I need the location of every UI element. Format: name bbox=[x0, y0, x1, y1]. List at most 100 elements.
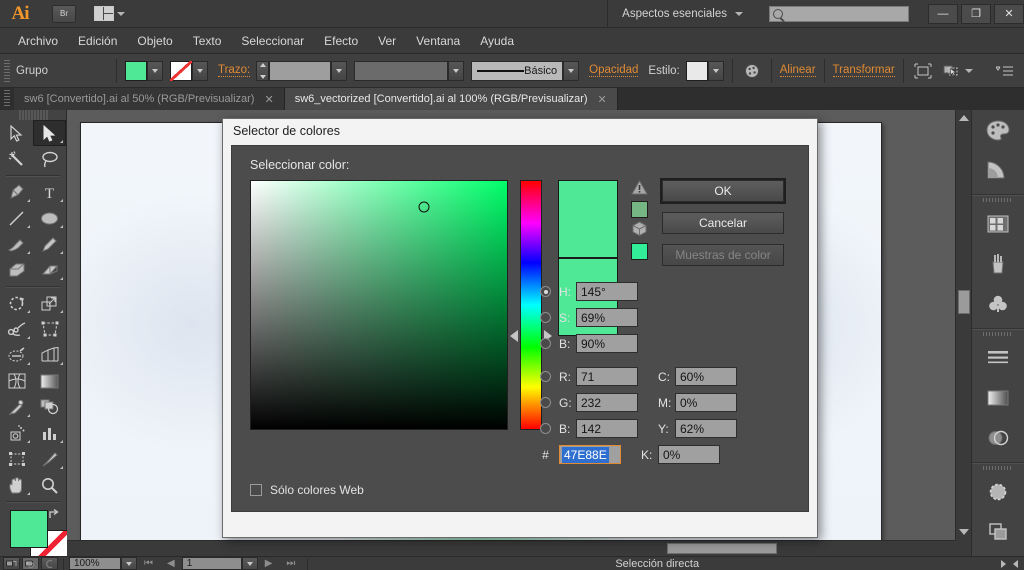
artboard-dropdown-button[interactable] bbox=[241, 557, 258, 570]
ok-button[interactable]: OK bbox=[662, 180, 784, 202]
input-brightness[interactable]: 90% bbox=[576, 334, 638, 353]
color-swatches-button[interactable]: Muestras de color bbox=[662, 244, 784, 266]
scroll-up-button[interactable] bbox=[956, 110, 971, 126]
cancel-button[interactable]: Cancelar bbox=[662, 212, 784, 234]
symbol-sprayer-tool[interactable] bbox=[0, 420, 33, 446]
stroke-panel-icon[interactable] bbox=[972, 338, 1024, 378]
toolbar-fill-swatch[interactable] bbox=[10, 510, 48, 548]
fill-swatch[interactable] bbox=[125, 60, 147, 81]
radio-hue[interactable] bbox=[540, 286, 551, 297]
appearance-panel-icon[interactable] bbox=[972, 472, 1024, 512]
artboard-tool[interactable] bbox=[0, 446, 33, 472]
input-black[interactable]: 0% bbox=[658, 445, 720, 464]
menu-ver[interactable]: Ver bbox=[368, 28, 406, 54]
align-label[interactable]: Alinear bbox=[779, 64, 816, 77]
shape-builder-tool[interactable] bbox=[0, 342, 33, 368]
out-of-gamut-warning-icon[interactable] bbox=[630, 179, 648, 198]
color-guide-panel-icon[interactable] bbox=[972, 150, 1024, 190]
color-field-marker[interactable] bbox=[418, 201, 430, 213]
input-saturation[interactable]: 69% bbox=[576, 308, 638, 327]
artboard-nav-last[interactable]: ⏭ bbox=[279, 558, 302, 569]
input-hex[interactable]: 47E88E bbox=[559, 445, 621, 464]
canvas-horizontal-scrollbar[interactable] bbox=[67, 540, 955, 556]
document-tab-2[interactable]: sw6_vectorized [Convertido].ai al 100% (… bbox=[284, 88, 618, 110]
direct-selection-tool[interactable] bbox=[33, 120, 66, 146]
zoom-level-input[interactable]: 100% bbox=[69, 557, 121, 570]
stroke-weight-input[interactable] bbox=[269, 60, 332, 81]
arrange-documents-button[interactable] bbox=[94, 6, 125, 21]
graphic-style-dropdown[interactable] bbox=[707, 60, 724, 81]
opacity-label[interactable]: Opacidad bbox=[589, 64, 639, 77]
variable-width-profile-field[interactable] bbox=[354, 60, 449, 81]
blob-brush-tool[interactable] bbox=[0, 257, 33, 283]
tools-panel-grip[interactable] bbox=[18, 110, 48, 120]
restore-button[interactable]: ❐ bbox=[961, 3, 991, 24]
free-transform-tool[interactable] bbox=[33, 316, 66, 342]
chevron-down-icon[interactable] bbox=[964, 68, 973, 73]
stroke-dropdown-button[interactable] bbox=[192, 60, 208, 81]
color-picker-dialog[interactable]: Selector de colores Seleccionar color: O… bbox=[222, 118, 818, 538]
panel-options-icon[interactable] bbox=[994, 60, 1016, 82]
input-cyan[interactable]: 60% bbox=[675, 367, 737, 386]
dock-group-grip[interactable] bbox=[972, 463, 1024, 472]
graphic-styles-panel-icon[interactable] bbox=[972, 512, 1024, 552]
menu-ayuda[interactable]: Ayuda bbox=[470, 28, 524, 54]
isolate-group-icon[interactable] bbox=[912, 60, 934, 82]
graphic-style-swatch[interactable] bbox=[685, 60, 708, 81]
artboard-number-input[interactable]: 1 bbox=[181, 557, 242, 570]
web-safe-color-swatch[interactable] bbox=[630, 243, 648, 260]
paintbrush-tool[interactable] bbox=[0, 231, 33, 257]
stroke-swatch[interactable] bbox=[170, 60, 192, 81]
minimize-button[interactable]: — bbox=[928, 3, 958, 24]
radio-brightness[interactable] bbox=[540, 338, 551, 349]
swap-fill-stroke-icon[interactable] bbox=[48, 508, 60, 520]
variable-width-dropdown[interactable] bbox=[448, 60, 465, 81]
artboard-nav-next[interactable]: ▶ bbox=[258, 558, 280, 569]
horizontal-scroll-thumb[interactable] bbox=[667, 543, 777, 554]
menu-edicion[interactable]: Edición bbox=[68, 28, 127, 54]
width-tool[interactable] bbox=[0, 316, 33, 342]
control-bar-grip[interactable] bbox=[4, 59, 10, 82]
input-hue[interactable]: 145° bbox=[576, 282, 638, 301]
gradient-panel-icon[interactable] bbox=[972, 378, 1024, 418]
screen-mode-menu-small[interactable] bbox=[22, 557, 39, 570]
hue-slider-handle-left[interactable] bbox=[510, 330, 518, 342]
color-panel-icon[interactable] bbox=[972, 110, 1024, 150]
saturation-brightness-field[interactable] bbox=[250, 180, 508, 430]
in-gamut-color-swatch[interactable] bbox=[630, 201, 648, 218]
web-colors-only-checkbox[interactable] bbox=[250, 484, 262, 496]
menu-seleccionar[interactable]: Seleccionar bbox=[231, 28, 314, 54]
input-red[interactable]: 71 bbox=[576, 367, 638, 386]
search-input[interactable] bbox=[769, 5, 909, 22]
swatches-panel-icon[interactable] bbox=[972, 204, 1024, 244]
workspace-switcher[interactable]: Aspectos esenciales bbox=[607, 0, 757, 28]
document-tab-1[interactable]: sw6 [Convertido].ai al 50% (RGB/Previsua… bbox=[14, 88, 285, 110]
input-blue[interactable]: 142 bbox=[576, 419, 638, 438]
status-resize-icon[interactable] bbox=[1013, 559, 1018, 568]
radio-green[interactable] bbox=[540, 397, 551, 408]
status-menu-icon[interactable] bbox=[1001, 559, 1006, 568]
stroke-label[interactable]: Trazo: bbox=[218, 64, 251, 77]
fill-dropdown-button[interactable] bbox=[147, 60, 163, 81]
transform-label[interactable]: Transformar bbox=[832, 64, 895, 77]
brush-definition-dropdown[interactable] bbox=[563, 60, 580, 81]
hue-slider[interactable] bbox=[510, 180, 552, 430]
menu-texto[interactable]: Texto bbox=[183, 28, 232, 54]
menu-efecto[interactable]: Efecto bbox=[314, 28, 368, 54]
eyedropper-tool[interactable] bbox=[0, 394, 33, 420]
blend-tool[interactable] bbox=[33, 394, 66, 420]
input-green[interactable]: 232 bbox=[576, 393, 638, 412]
radio-blue[interactable] bbox=[540, 423, 551, 434]
magic-wand-tool[interactable] bbox=[0, 146, 33, 172]
stroke-weight-dropdown[interactable] bbox=[331, 60, 348, 81]
radio-red[interactable] bbox=[540, 371, 551, 382]
menu-ventana[interactable]: Ventana bbox=[406, 28, 470, 54]
input-yellow[interactable]: 62% bbox=[675, 419, 737, 438]
rotate-tool[interactable] bbox=[0, 290, 33, 316]
menu-archivo[interactable]: Archivo bbox=[8, 28, 68, 54]
input-magenta[interactable]: 0% bbox=[675, 393, 737, 412]
select-similar-icon[interactable] bbox=[940, 60, 962, 82]
artboard-nav-prev[interactable]: ◀ bbox=[160, 558, 182, 569]
brush-definition-field[interactable]: Básico bbox=[471, 60, 564, 81]
web-safe-warning-icon[interactable] bbox=[631, 221, 648, 240]
